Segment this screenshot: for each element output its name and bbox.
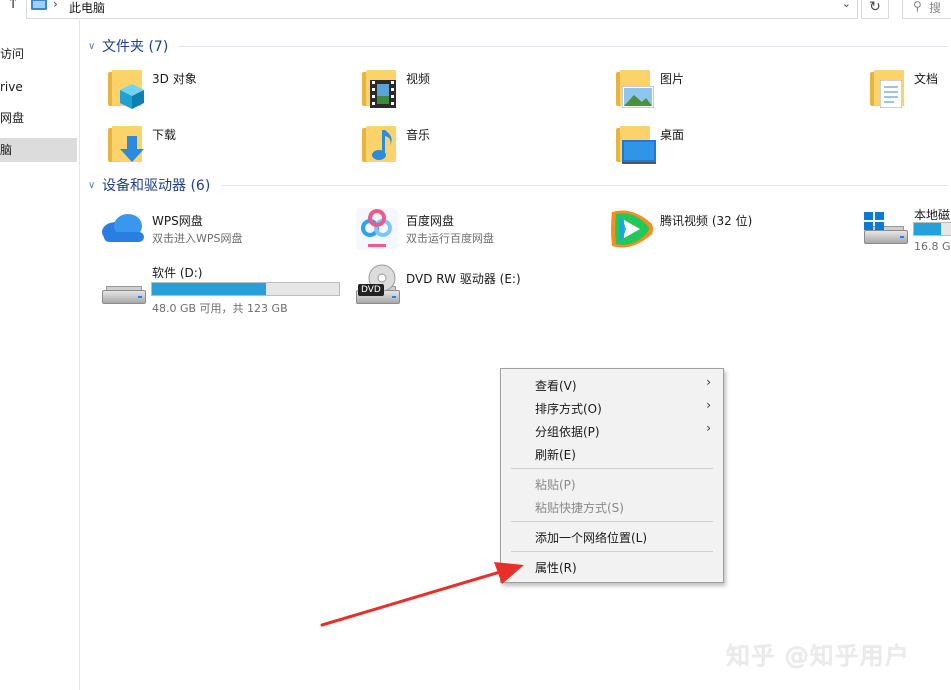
folder-3d-objects[interactable]: 3D 对象	[104, 64, 304, 112]
search-input[interactable]: ⚲ 搜	[902, 0, 951, 19]
folder-label: 视频	[406, 72, 431, 86]
wps-cloud-icon	[100, 206, 144, 252]
menu-item-sort-by[interactable]: 排序方式(O)	[535, 400, 602, 417]
address-toolbar: ↑ › 此电脑 ⌄ ↻ ⚲ 搜	[0, 0, 951, 20]
dvd-badge: DVD	[358, 284, 384, 296]
breadcrumb-this-pc[interactable]: 此电脑	[69, 0, 105, 16]
videos-icon	[358, 64, 402, 110]
folder-label: 下载	[152, 128, 177, 142]
folder-music[interactable]: 音乐	[358, 120, 558, 168]
menu-item-group-by[interactable]: 分组依据(P)	[535, 423, 600, 440]
music-icon	[358, 120, 402, 166]
nav-item-onedrive[interactable]: rive	[0, 75, 77, 99]
address-dropdown-icon[interactable]: ⌄	[842, 0, 851, 10]
dvd-drive-icon: DVD	[354, 262, 400, 308]
menu-item-refresh[interactable]: 刷新(E)	[535, 446, 576, 463]
group-title-folders: 文件夹 (7)	[102, 39, 169, 55]
folder-label: 桌面	[660, 128, 685, 142]
nav-item-netdisk[interactable]: 网盘	[0, 106, 77, 130]
group-divider	[222, 185, 948, 186]
folder-label: 图片	[660, 72, 685, 86]
device-baidu-netdisk[interactable]: 百度网盘 双击运行百度网盘	[354, 206, 594, 254]
folder-label: 文档	[914, 72, 939, 86]
folder-label: 音乐	[406, 128, 431, 142]
drive-label: 软件 (D:)	[152, 266, 203, 280]
group-divider	[178, 46, 948, 47]
drive-free-space: 16.8 G	[914, 240, 951, 253]
nav-item-quick-access[interactable]: 访问	[0, 42, 77, 66]
drive-label: 本地磁	[914, 208, 951, 222]
drive-local-disk[interactable]: 本地磁 16.8 G	[862, 204, 951, 253]
documents-icon	[866, 64, 910, 110]
submenu-arrow-icon: ›	[706, 398, 711, 412]
drive-usage-bar	[151, 282, 340, 296]
folder-documents[interactable]: 文档	[866, 64, 951, 112]
submenu-arrow-icon: ›	[706, 421, 711, 435]
folder-label: 3D 对象	[152, 72, 197, 86]
baidu-netdisk-icon	[354, 206, 398, 252]
nav-item-this-pc[interactable]: 脑	[0, 138, 77, 162]
downloads-icon	[104, 120, 148, 166]
watermark-text: 知乎 @知乎用户	[726, 642, 910, 670]
desktop-icon	[612, 120, 656, 166]
menu-item-properties[interactable]: 属性(R)	[535, 559, 577, 576]
chevron-down-icon[interactable]: ∨	[88, 41, 100, 52]
menu-item-paste: 粘贴(P)	[535, 478, 576, 492]
tencent-video-icon	[608, 206, 653, 252]
folder-pictures[interactable]: 图片	[612, 64, 812, 112]
navigation-pane: 访问 rive 网盘 脑	[0, 20, 80, 690]
content-area: ∨ 文件夹 (7) 3D 对象 视频 图片 文档 下载 音乐 桌面 ∨ 设备和驱…	[82, 20, 951, 690]
drive-label: DVD RW 驱动器 (E:)	[406, 272, 521, 286]
group-header-devices[interactable]: ∨ 设备和驱动器 (6)	[88, 175, 210, 195]
drive-dvd-e[interactable]: DVD DVD RW 驱动器 (E:)	[354, 262, 604, 310]
local-disk-icon	[862, 204, 908, 250]
search-placeholder: 搜	[929, 1, 942, 15]
drive-software-d[interactable]: 软件 (D:) 48.0 GB 可用，共 123 GB	[100, 262, 350, 315]
device-wps-cloud[interactable]: WPS网盘 双击进入WPS网盘	[100, 206, 340, 254]
submenu-arrow-icon: ›	[706, 375, 711, 389]
group-title-devices: 设备和驱动器 (6)	[102, 178, 211, 194]
device-tencent-video[interactable]: 腾讯视频 (32 位)	[608, 206, 848, 254]
chevron-down-icon[interactable]: ∨	[88, 180, 100, 191]
refresh-button[interactable]: ↻	[861, 0, 889, 19]
menu-item-view[interactable]: 查看(V)	[535, 377, 577, 394]
device-subtitle: 双击进入WPS网盘	[152, 232, 243, 245]
menu-separator	[511, 551, 713, 552]
device-label: WPS网盘	[152, 214, 203, 228]
menu-separator	[511, 521, 713, 522]
pictures-icon	[612, 64, 656, 110]
device-label: 百度网盘	[406, 214, 455, 228]
drive-icon	[100, 262, 146, 308]
drive-free-space: 48.0 GB 可用，共 123 GB	[152, 302, 288, 315]
device-label: 腾讯视频 (32 位)	[660, 214, 753, 228]
menu-item-paste-shortcut: 粘贴快捷方式(S)	[535, 501, 624, 515]
up-arrow-button[interactable]: ↑	[2, 0, 24, 16]
this-pc-icon	[31, 0, 47, 10]
address-bar[interactable]: › 此电脑 ⌄	[26, 0, 858, 19]
context-menu: 查看(V) › 排序方式(O) › 分组依据(P) › 刷新(E) 粘贴(P) …	[500, 368, 724, 583]
group-header-folders[interactable]: ∨ 文件夹 (7)	[88, 36, 168, 56]
3d-objects-icon	[104, 64, 148, 110]
folder-downloads[interactable]: 下载	[104, 120, 304, 168]
device-subtitle: 双击运行百度网盘	[406, 232, 494, 245]
drive-usage-bar	[913, 222, 951, 236]
menu-item-add-network-location[interactable]: 添加一个网络位置(L)	[535, 529, 647, 546]
search-icon: ⚲	[913, 0, 922, 13]
folder-videos[interactable]: 视频	[358, 64, 558, 112]
breadcrumb-separator: ›	[53, 0, 58, 11]
menu-separator	[511, 468, 713, 469]
folder-desktop[interactable]: 桌面	[612, 120, 812, 168]
